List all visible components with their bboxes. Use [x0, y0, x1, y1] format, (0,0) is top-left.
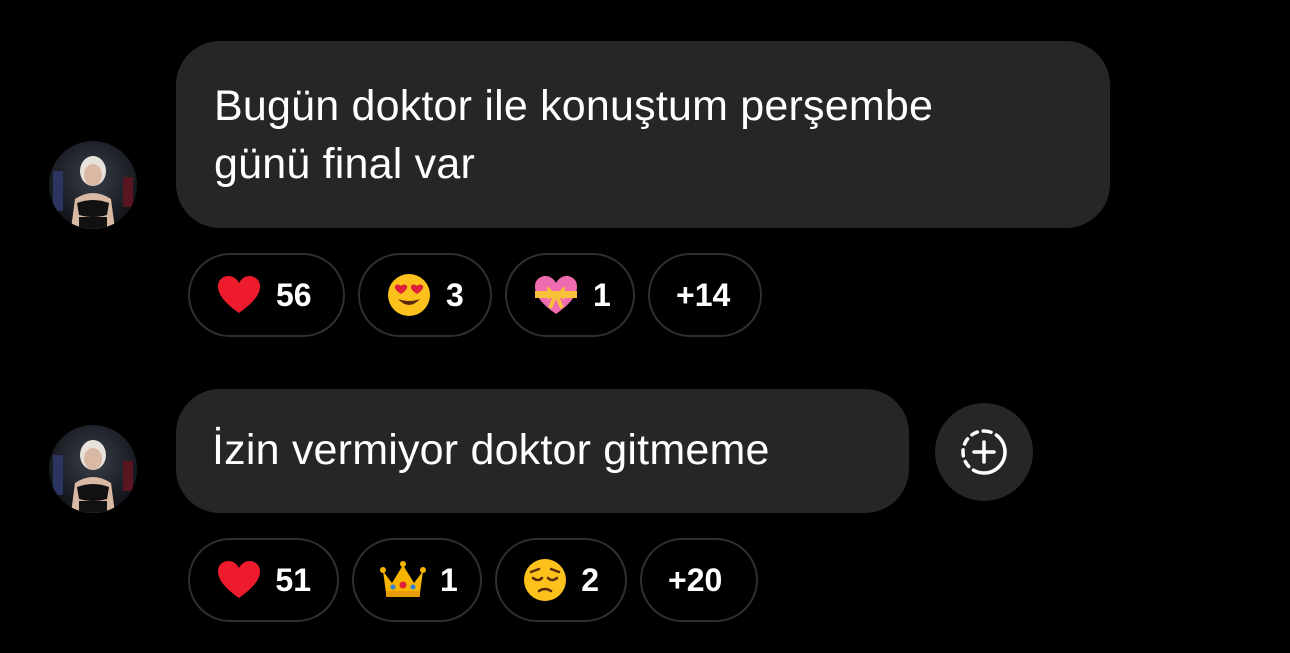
message-bubble[interactable]: İzin vermiyor doktor gitmeme — [176, 389, 909, 513]
more-reactions-button[interactable]: +20 — [640, 538, 758, 622]
user-avatar[interactable] — [49, 425, 137, 513]
reaction-count: 1 — [593, 276, 611, 313]
reaction-count: 2 — [581, 561, 599, 598]
more-reactions-button[interactable]: +14 — [648, 253, 762, 337]
red-heart-icon — [216, 272, 262, 318]
crown-icon — [380, 557, 426, 603]
message-bubble[interactable]: Bugün doktor ile konuştum perşembe günü … — [176, 41, 1110, 228]
heart-eyes-face-icon — [386, 272, 432, 318]
reaction-pill-heart[interactable]: 51 — [188, 538, 339, 622]
user-avatar-icon — [53, 156, 133, 229]
pensive-face-icon — [523, 557, 567, 603]
reaction-pill-crown[interactable]: 1 — [352, 538, 482, 622]
reaction-pill-heart-eyes[interactable]: 3 — [358, 253, 492, 337]
reaction-count: 1 — [440, 561, 458, 598]
user-avatar[interactable] — [49, 141, 137, 229]
more-reactions-count: +20 — [668, 561, 723, 598]
reaction-count: 51 — [275, 561, 311, 598]
user-avatar-icon — [53, 440, 133, 513]
heart-with-ribbon-icon — [533, 272, 579, 318]
reactions-bar: 51 1 2 +20 — [188, 538, 758, 622]
message-text-line: İzin vermiyor doktor gitmeme — [212, 426, 770, 474]
reaction-pill-heart-ribbon[interactable]: 1 — [505, 253, 635, 337]
message-text-line: Bugün doktor ile konuştum perşembe — [214, 82, 934, 130]
more-reactions-count: +14 — [676, 276, 731, 313]
add-reaction-button[interactable] — [935, 403, 1033, 501]
reactions-bar: 56 3 1 +14 — [188, 253, 762, 337]
reaction-pill-heart[interactable]: 56 — [188, 253, 345, 337]
add-reaction-icon — [961, 429, 1007, 475]
reaction-count: 3 — [446, 276, 464, 313]
reaction-pill-pensive[interactable]: 2 — [495, 538, 627, 622]
message-text-line: günü final var — [214, 140, 475, 188]
reaction-count: 56 — [276, 276, 312, 313]
red-heart-icon — [216, 557, 261, 603]
